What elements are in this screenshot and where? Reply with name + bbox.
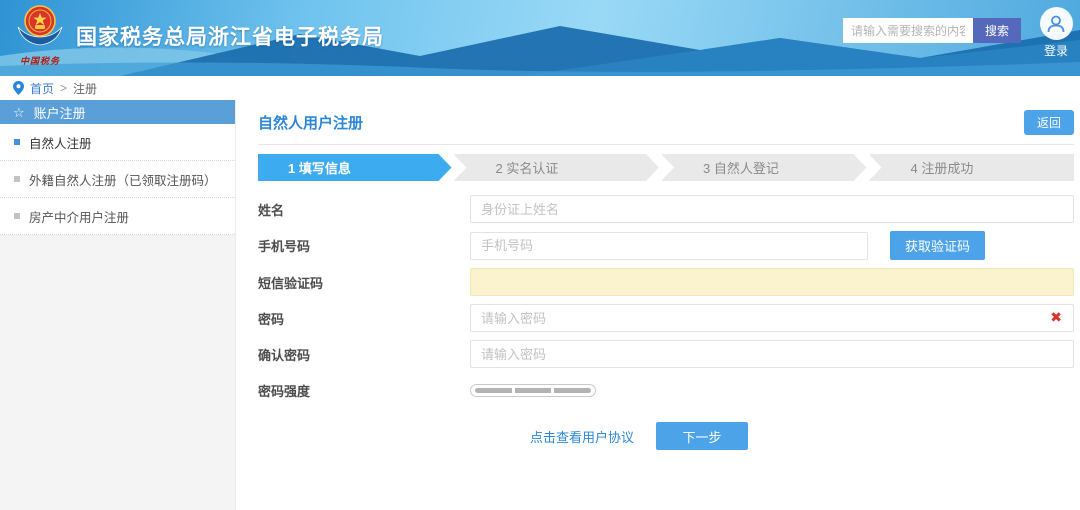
breadcrumb-separator: > <box>60 81 67 95</box>
search-button[interactable]: 搜索 <box>973 18 1021 43</box>
breadcrumb: 首页 > 注册 <box>0 76 1080 100</box>
breadcrumb-home-link[interactable]: 首页 <box>30 80 54 97</box>
login-widget[interactable]: 登录 <box>1038 7 1074 59</box>
step-1-fill-info: 1 填写信息 <box>258 154 452 181</box>
header: 中国税务 国家税务总局浙江省电子税务局 搜索 登录 <box>0 0 1080 76</box>
password-label: 密码 <box>258 309 470 328</box>
sidebar-menu: 自然人注册 外籍自然人注册（已领取注册码） 房产中介用户注册 <box>0 124 235 235</box>
password-strength-label: 密码强度 <box>258 381 470 400</box>
password-strength-meter <box>470 384 596 397</box>
search-input[interactable] <box>843 18 973 43</box>
sidebar-item-natural-person-register[interactable]: 自然人注册 <box>0 124 235 161</box>
form-row-name: 姓名 <box>258 195 1074 223</box>
form-actions: 点击查看用户协议 下一步 <box>530 422 1074 450</box>
sms-code-input[interactable] <box>470 268 1074 296</box>
user-avatar[interactable] <box>1040 7 1073 40</box>
phone-input[interactable] <box>470 232 868 260</box>
registration-form: 姓名 手机号码 获取验证码 短信验证码 <box>258 195 1074 450</box>
form-row-phone: 手机号码 获取验证码 <box>258 231 1074 260</box>
confirm-password-input[interactable] <box>470 340 1074 368</box>
main-content: 自然人用户注册 返回 1 填写信息 2 实名认证 3 自然人登记 4 注册成功 … <box>236 100 1080 510</box>
form-row-password: 密码 ✖ <box>258 304 1074 332</box>
sidebar-item-label: 自然人注册 <box>29 133 92 152</box>
form-row-confirm-password: 确认密码 <box>258 340 1074 368</box>
star-icon: ☆ <box>13 106 25 119</box>
sidebar-header-account-register[interactable]: ☆ 账户注册 <box>0 100 235 124</box>
form-row-sms-code: 短信验证码 <box>258 268 1074 296</box>
location-pin-icon <box>13 81 24 95</box>
bullet-icon <box>14 176 20 182</box>
name-input[interactable] <box>470 195 1074 223</box>
search-box: 搜索 <box>843 18 1021 43</box>
page: 中国税务 国家税务总局浙江省电子税务局 搜索 登录 首页 > 注册 <box>0 0 1080 510</box>
page-title: 自然人用户注册 <box>258 112 363 133</box>
step-3-natural-person-registration: 3 自然人登记 <box>661 154 867 181</box>
sidebar-item-label: 房产中介用户注册 <box>29 207 129 226</box>
sidebar-item-real-estate-agent-register[interactable]: 房产中介用户注册 <box>0 198 235 235</box>
password-strength-segment <box>554 388 591 393</box>
bullet-icon <box>14 139 20 145</box>
phone-label: 手机号码 <box>258 236 470 255</box>
get-verification-code-button[interactable]: 获取验证码 <box>890 231 985 260</box>
breadcrumb-current: 注册 <box>73 80 97 97</box>
sidebar-item-foreign-natural-person-register[interactable]: 外籍自然人注册（已领取注册码） <box>0 161 235 198</box>
sms-code-label: 短信验证码 <box>258 273 470 292</box>
sidebar-item-label: 外籍自然人注册（已领取注册码） <box>29 170 217 189</box>
password-input[interactable] <box>470 304 1074 332</box>
site-title: 国家税务总局浙江省电子税务局 <box>76 21 384 51</box>
step-indicator: 1 填写信息 2 实名认证 3 自然人登记 4 注册成功 <box>258 154 1074 181</box>
password-strength-segment <box>475 388 512 393</box>
user-agreement-link[interactable]: 点击查看用户协议 <box>530 427 634 446</box>
name-label: 姓名 <box>258 200 470 219</box>
password-strength-segment <box>515 388 552 393</box>
step-2-identity-verification: 2 实名认证 <box>454 154 660 181</box>
confirm-password-label: 确认密码 <box>258 345 470 364</box>
form-row-password-strength: 密码强度 <box>258 376 1074 404</box>
login-label[interactable]: 登录 <box>1038 42 1074 59</box>
back-button[interactable]: 返回 <box>1024 110 1074 135</box>
user-icon <box>1045 13 1067 35</box>
bullet-icon <box>14 213 20 219</box>
sidebar-header-label: 账户注册 <box>34 103 86 122</box>
error-icon: ✖ <box>1050 310 1062 324</box>
step-4-registration-success: 4 注册成功 <box>869 154 1075 181</box>
sidebar: ☆ 账户注册 自然人注册 外籍自然人注册（已领取注册码） 房产中介用户注册 <box>0 100 236 510</box>
next-step-button[interactable]: 下一步 <box>656 422 748 450</box>
logo: 中国税务 <box>14 4 66 67</box>
tax-emblem-icon <box>16 4 64 50</box>
logo-caption: 中国税务 <box>14 54 66 67</box>
main-header: 自然人用户注册 返回 <box>258 110 1074 145</box>
